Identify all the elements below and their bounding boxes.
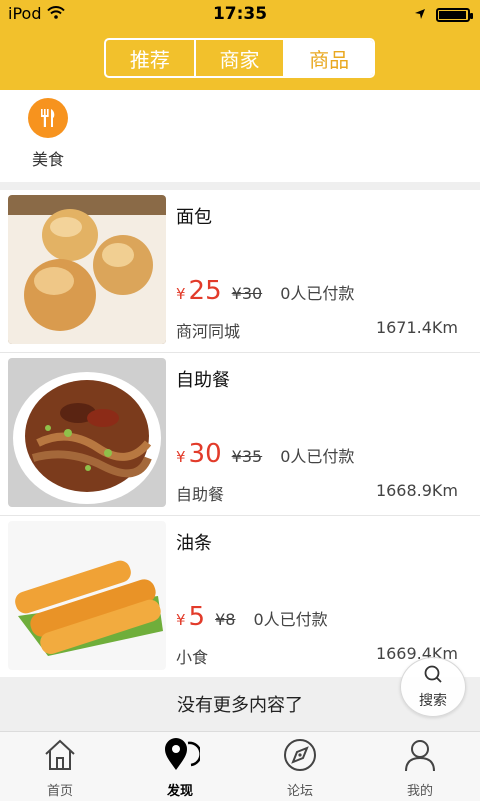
- category-label: 美食: [31, 150, 64, 169]
- location-arrow-icon: [414, 5, 426, 24]
- bottom-tab-bar: 首页 发现 论坛 我的: [0, 731, 480, 801]
- product-item[interactable]: 面包 ¥ 25 ¥30 0人已付款 商河同城 1671.4Km: [0, 190, 480, 353]
- paid-count: 0人已付款: [280, 284, 355, 303]
- home-icon: [42, 737, 78, 777]
- product-category: 小食: [176, 648, 209, 667]
- product-name: 油条: [176, 533, 212, 554]
- product-item[interactable]: 油条 ¥ 5 ¥8 0人已付款 小食 1669.4Km: [0, 516, 480, 679]
- tab-label: 我的: [406, 784, 433, 799]
- product-image-buffet: [8, 358, 166, 507]
- tab-discover[interactable]: 发现: [120, 732, 240, 801]
- paid-count: 0人已付款: [253, 610, 328, 629]
- product-category: 自助餐: [176, 485, 225, 504]
- original-price: ¥30: [231, 284, 263, 303]
- product-distance: 1668.9Km: [375, 481, 458, 500]
- product-image-bread: [8, 195, 166, 344]
- tab-recommend[interactable]: 推荐: [106, 40, 196, 76]
- product-category: 商河同城: [176, 322, 241, 341]
- tab-home[interactable]: 首页: [0, 732, 120, 801]
- paid-count: 0人已付款: [280, 447, 355, 466]
- product-name: 面包: [176, 207, 212, 228]
- tab-merchants[interactable]: 商家: [196, 40, 286, 76]
- tab-label: 论坛: [286, 784, 313, 799]
- product-image-fried-dough: [8, 521, 166, 670]
- fork-knife-icon: [28, 98, 68, 138]
- currency-symbol: ¥: [176, 448, 186, 466]
- product-name: 自助餐: [176, 370, 230, 391]
- tab-label: 发现: [166, 784, 193, 799]
- location-pin-icon: [160, 735, 202, 777]
- currency-symbol: ¥: [176, 285, 186, 303]
- top-navigation: 推荐 商家 商品: [0, 28, 480, 90]
- search-icon: [423, 664, 443, 688]
- search-label: 搜索: [419, 693, 447, 709]
- user-icon: [402, 737, 438, 777]
- tab-forum[interactable]: 论坛: [240, 732, 360, 801]
- product-list: 面包 ¥ 25 ¥30 0人已付款 商河同城 1671.4Km 自助餐 ¥ 30…: [0, 190, 480, 679]
- status-bar: iPod 17:35: [0, 0, 480, 28]
- product-price: 5: [188, 602, 206, 632]
- battery-fill: [439, 10, 466, 19]
- original-price: ¥35: [231, 447, 263, 466]
- compass-icon: [282, 737, 318, 777]
- tab-label: 首页: [46, 784, 73, 799]
- search-button[interactable]: 搜索: [400, 657, 466, 717]
- product-price: 30: [188, 439, 222, 469]
- segment-control: 推荐 商家 商品: [104, 38, 375, 78]
- category-bar: 美食: [0, 90, 480, 182]
- category-food[interactable]: 美食: [22, 98, 74, 170]
- battery-icon: [436, 7, 473, 22]
- product-price: 25: [188, 276, 222, 306]
- product-item[interactable]: 自助餐 ¥ 30 ¥35 0人已付款 自助餐 1668.9Km: [0, 353, 480, 516]
- original-price: ¥8: [215, 610, 236, 629]
- tab-products[interactable]: 商品: [285, 40, 373, 76]
- tab-mine[interactable]: 我的: [360, 732, 480, 801]
- status-time: 17:35: [212, 4, 268, 24]
- section-divider: [0, 182, 480, 190]
- product-distance: 1671.4Km: [375, 318, 458, 337]
- currency-symbol: ¥: [176, 611, 186, 629]
